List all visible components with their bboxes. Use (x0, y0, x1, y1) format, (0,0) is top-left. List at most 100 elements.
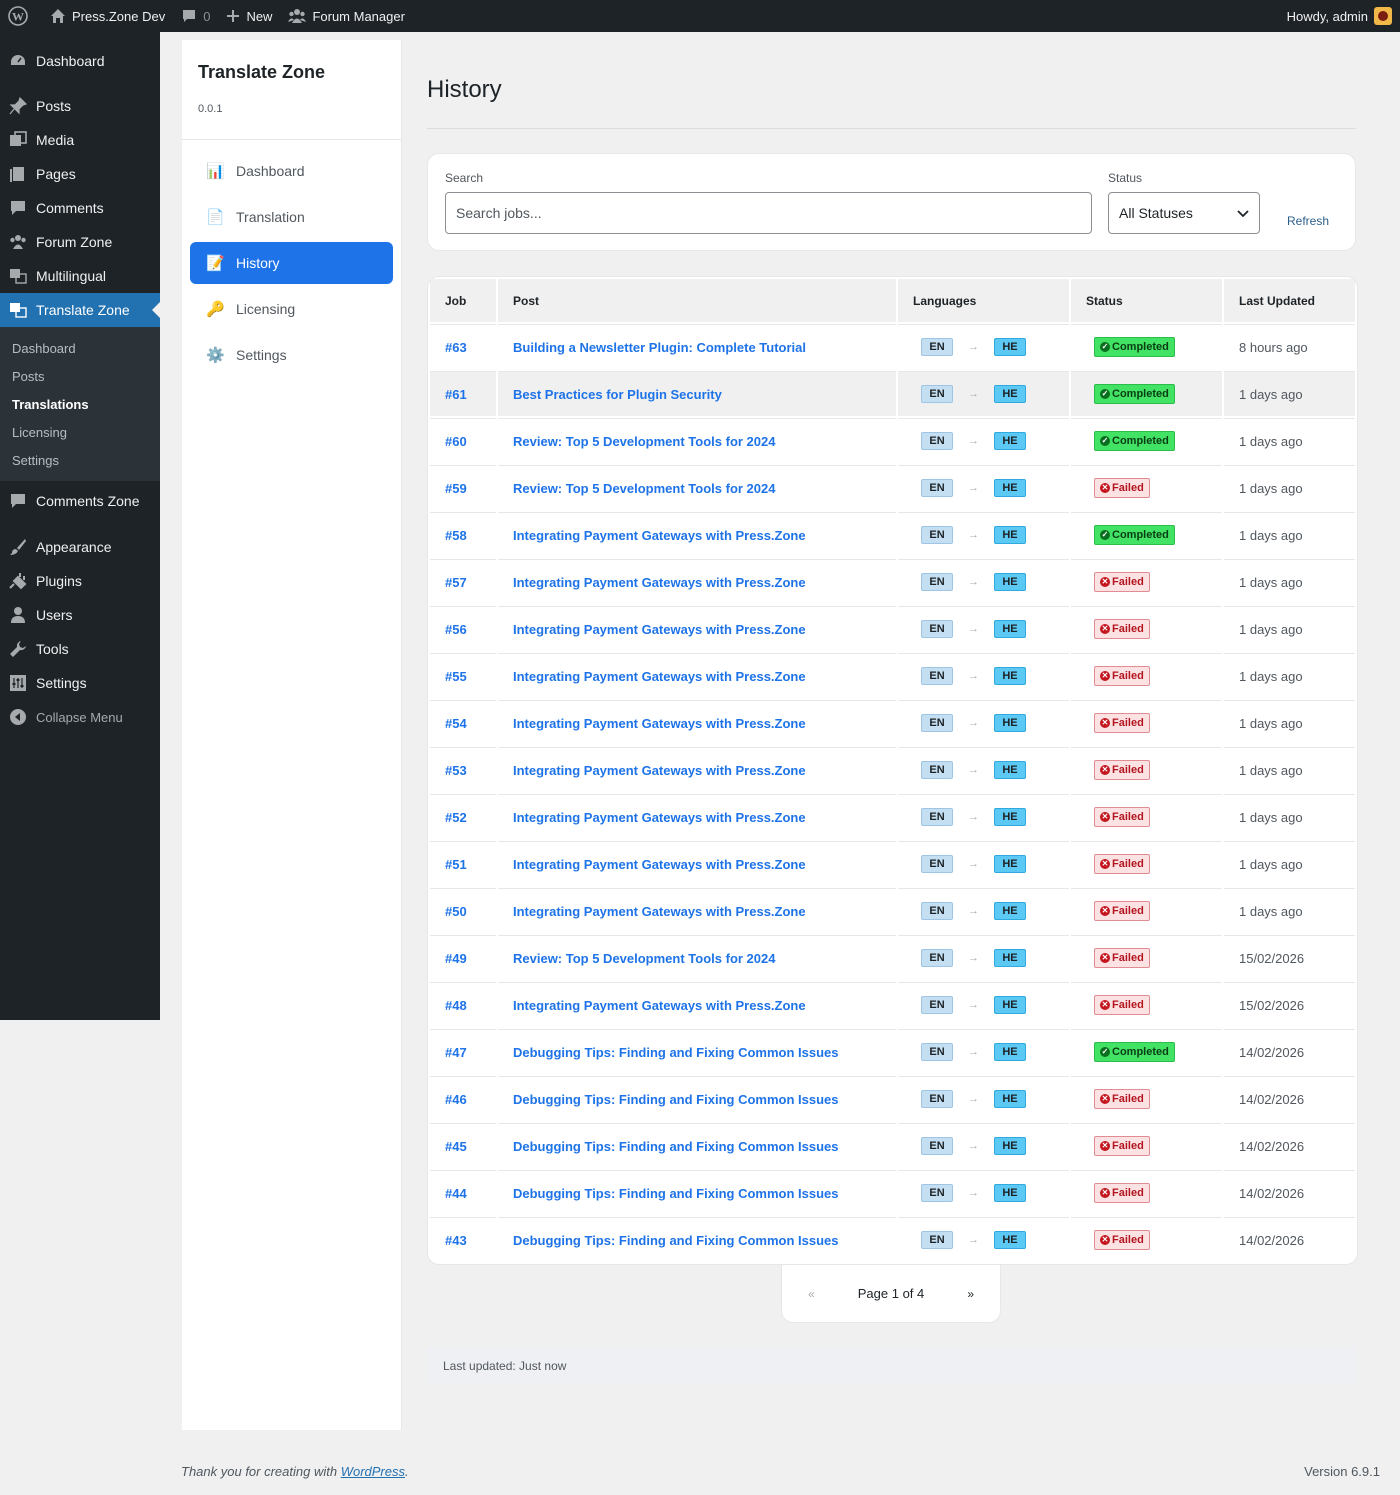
job-link[interactable]: #50 (445, 904, 467, 919)
job-link[interactable]: #57 (445, 575, 467, 590)
table-row[interactable]: #58 Integrating Payment Gateways with Pre… (430, 512, 1355, 557)
menu-item-comments-zone[interactable]: Comments Zone (0, 484, 160, 518)
collapse-menu-button[interactable]: Collapse Menu (0, 700, 160, 734)
plugin-nav-settings[interactable]: ⚙️ Settings (190, 334, 393, 376)
table-row[interactable]: #56 Integrating Payment Gateways with Pre… (430, 606, 1355, 651)
job-link[interactable]: #63 (445, 340, 467, 355)
menu-item-users[interactable]: Users (0, 598, 160, 632)
table-row[interactable]: #44 Debugging Tips: Finding and Fixing Co… (430, 1170, 1355, 1215)
job-link[interactable]: #44 (445, 1186, 467, 1201)
table-row[interactable]: #48 Integrating Payment Gateways with Pre… (430, 982, 1355, 1027)
post-link[interactable]: Integrating Payment Gateways with Press.… (513, 575, 806, 590)
menu-item-multilingual[interactable]: Multilingual (0, 259, 160, 293)
plugin-nav-dashboard[interactable]: 📊 Dashboard (190, 150, 393, 192)
new-content-link[interactable]: New (218, 0, 280, 32)
table-row[interactable]: #52 Integrating Payment Gateways with Pre… (430, 794, 1355, 839)
menu-item-posts[interactable]: Posts (0, 89, 160, 123)
table-row[interactable]: #49 Review: Top 5 Development Tools for 2… (430, 935, 1355, 980)
menu-item-settings[interactable]: Settings (0, 666, 160, 700)
post-link[interactable]: Integrating Payment Gateways with Press.… (513, 810, 806, 825)
column-header-languages[interactable]: Languages (898, 279, 1069, 322)
menu-item-dashboard[interactable]: Dashboard (0, 44, 160, 78)
job-link[interactable]: #56 (445, 622, 467, 637)
job-link[interactable]: #61 (445, 387, 467, 402)
post-link[interactable]: Best Practices for Plugin Security (513, 387, 722, 402)
search-input[interactable] (445, 192, 1092, 234)
job-link[interactable]: #47 (445, 1045, 467, 1060)
refresh-button[interactable]: Refresh (1287, 214, 1329, 228)
post-link[interactable]: Debugging Tips: Finding and Fixing Commo… (513, 1233, 838, 1248)
post-link[interactable]: Debugging Tips: Finding and Fixing Commo… (513, 1045, 838, 1060)
plugin-nav-licensing[interactable]: 🔑 Licensing (190, 288, 393, 330)
submenu-item-dashboard[interactable]: Dashboard (0, 334, 160, 362)
post-link[interactable]: Debugging Tips: Finding and Fixing Commo… (513, 1186, 838, 1201)
table-row[interactable]: #46 Debugging Tips: Finding and Fixing Co… (430, 1076, 1355, 1121)
menu-item-forum-zone[interactable]: Forum Zone (0, 225, 160, 259)
job-link[interactable]: #59 (445, 481, 467, 496)
pagination-next-button[interactable]: » (967, 1287, 974, 1301)
column-header-status[interactable]: Status (1071, 279, 1222, 322)
post-link[interactable]: Integrating Payment Gateways with Press.… (513, 904, 806, 919)
post-link[interactable]: Integrating Payment Gateways with Press.… (513, 716, 806, 731)
post-link[interactable]: Integrating Payment Gateways with Press.… (513, 763, 806, 778)
forum-manager-link[interactable]: Forum Manager (280, 0, 412, 32)
plugin-nav-history[interactable]: 📝 History (190, 242, 393, 284)
plugin-nav-translation[interactable]: 📄 Translation (190, 196, 393, 238)
post-link[interactable]: Review: Top 5 Development Tools for 2024 (513, 481, 775, 496)
wordpress-link[interactable]: WordPress (341, 1464, 405, 1479)
job-link[interactable]: #43 (445, 1233, 467, 1248)
job-link[interactable]: #48 (445, 998, 467, 1013)
menu-item-translate-zone[interactable]: Translate Zone (0, 293, 160, 327)
column-header-post[interactable]: Post (498, 279, 896, 322)
post-link[interactable]: Building a Newsletter Plugin: Complete T… (513, 340, 806, 355)
post-link[interactable]: Integrating Payment Gateways with Press.… (513, 622, 806, 637)
post-link[interactable]: Integrating Payment Gateways with Press.… (513, 669, 806, 684)
submenu-item-translations[interactable]: Translations (0, 390, 160, 418)
post-link[interactable]: Review: Top 5 Development Tools for 2024 (513, 951, 775, 966)
table-row[interactable]: #55 Integrating Payment Gateways with Pre… (430, 653, 1355, 698)
post-link[interactable]: Review: Top 5 Development Tools for 2024 (513, 434, 775, 449)
table-row[interactable]: #61 Best Practices for Plugin Security EN →… (430, 371, 1355, 416)
menu-item-comments[interactable]: Comments (0, 191, 160, 225)
status-select[interactable]: All Statuses (1108, 192, 1260, 234)
table-row[interactable]: #45 Debugging Tips: Finding and Fixing Co… (430, 1123, 1355, 1168)
my-account-link[interactable]: Howdy, admin (1279, 0, 1400, 32)
menu-item-tools[interactable]: Tools (0, 632, 160, 666)
site-name-link[interactable]: Press.Zone Dev (42, 0, 173, 32)
job-link[interactable]: #53 (445, 763, 467, 778)
job-link[interactable]: #52 (445, 810, 467, 825)
post-link[interactable]: Integrating Payment Gateways with Press.… (513, 528, 806, 543)
column-header-last-updated[interactable]: Last Updated (1224, 279, 1355, 322)
comments-link[interactable]: 0 (173, 0, 218, 32)
post-link[interactable]: Integrating Payment Gateways with Press.… (513, 998, 806, 1013)
job-link[interactable]: #46 (445, 1092, 467, 1107)
table-row[interactable]: #51 Integrating Payment Gateways with Pre… (430, 841, 1355, 886)
job-link[interactable]: #54 (445, 716, 467, 731)
submenu-item-licensing[interactable]: Licensing (0, 418, 160, 446)
menu-item-media[interactable]: Media (0, 123, 160, 157)
job-link[interactable]: #55 (445, 669, 467, 684)
wordpress-logo-icon[interactable]: W (0, 0, 42, 32)
menu-item-pages[interactable]: Pages (0, 157, 160, 191)
table-row[interactable]: #50 Integrating Payment Gateways with Pre… (430, 888, 1355, 933)
job-link[interactable]: #60 (445, 434, 467, 449)
table-row[interactable]: #47 Debugging Tips: Finding and Fixing Co… (430, 1029, 1355, 1074)
post-link[interactable]: Integrating Payment Gateways with Press.… (513, 857, 806, 872)
post-link[interactable]: Debugging Tips: Finding and Fixing Commo… (513, 1139, 838, 1154)
table-row[interactable]: #43 Debugging Tips: Finding and Fixing Co… (430, 1217, 1355, 1262)
submenu-item-settings[interactable]: Settings (0, 446, 160, 474)
table-row[interactable]: #53 Integrating Payment Gateways with Pre… (430, 747, 1355, 792)
pagination-prev-button[interactable]: « (808, 1287, 815, 1301)
submenu-item-posts[interactable]: Posts (0, 362, 160, 390)
column-header-job[interactable]: Job (430, 279, 496, 322)
job-link[interactable]: #58 (445, 528, 467, 543)
menu-item-plugins[interactable]: Plugins (0, 564, 160, 598)
menu-item-appearance[interactable]: Appearance (0, 530, 160, 564)
table-row[interactable]: #54 Integrating Payment Gateways with Pre… (430, 700, 1355, 745)
post-link[interactable]: Debugging Tips: Finding and Fixing Commo… (513, 1092, 838, 1107)
table-row[interactable]: #63 Building a Newsletter Plugin: Complet… (430, 324, 1355, 369)
job-link[interactable]: #51 (445, 857, 467, 872)
table-row[interactable]: #60 Review: Top 5 Development Tools for 2… (430, 418, 1355, 463)
table-row[interactable]: #57 Integrating Payment Gateways with Pre… (430, 559, 1355, 604)
job-link[interactable]: #45 (445, 1139, 467, 1154)
